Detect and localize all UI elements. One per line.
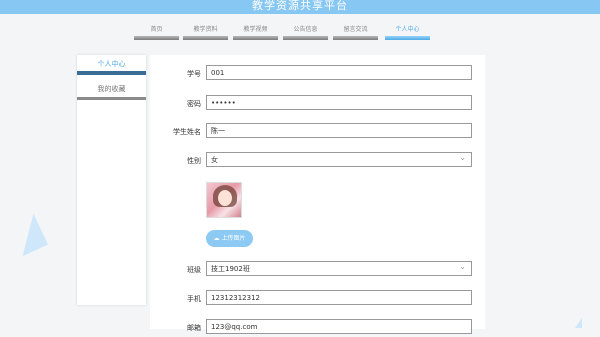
site-title: 教学资源共享平台 [252, 0, 348, 12]
nav-videos-label: 教学视频 [243, 26, 268, 33]
class-label: 班级 [187, 266, 201, 274]
student-id-input[interactable]: 001 [206, 65, 472, 80]
cloud-upload-icon: ☁ [213, 235, 220, 242]
upload-image-label: 上传图片 [221, 235, 246, 242]
sidebar: 个人中心 我的收藏 [77, 55, 146, 305]
phone-input[interactable]: 12312312312 [206, 290, 472, 305]
sidebar-item-personal-center[interactable]: 个人中心 [77, 55, 146, 75]
avatar-face [218, 190, 232, 206]
sidebar-item-label: 我的收藏 [97, 85, 126, 93]
class-row: 班级 技工1902班 [150, 259, 485, 279]
name-label: 学生姓名 [173, 128, 201, 136]
sidebar-item-label: 个人中心 [97, 60, 126, 68]
phone-row: 手机 12312312312 [150, 290, 485, 308]
name-input[interactable]: 陈一 [206, 123, 472, 138]
class-select[interactable]: 技工1902班 [206, 259, 472, 276]
decorative-triangle-small [575, 318, 582, 328]
email-input[interactable]: 123@qq.com [206, 319, 472, 334]
nav-home[interactable]: 首页 [134, 24, 179, 42]
sidebar-item-favorites[interactable]: 我的收藏 [77, 80, 146, 100]
upload-image-button[interactable]: ☁ 上传图片 [206, 230, 253, 247]
decorative-triangle [8, 213, 48, 257]
sidebar-item-bar [77, 97, 146, 100]
email-label: 邮箱 [187, 324, 201, 332]
password-row: 密码 •••••• [150, 95, 485, 113]
nav-bar [233, 36, 278, 40]
nav-materials-label: 教学资料 [193, 26, 218, 33]
gender-row: 性别 女 [150, 150, 485, 170]
header-bar: 教学资源共享平台 [0, 0, 600, 14]
password-input[interactable]: •••••• [206, 95, 472, 110]
nav-bar [283, 36, 328, 40]
nav-videos[interactable]: 教学视频 [233, 24, 278, 42]
nav-personal-center[interactable]: 个人中心 [385, 24, 430, 42]
nav-announcements[interactable]: 公告信息 [283, 24, 328, 42]
gender-label: 性别 [187, 157, 201, 165]
student-id-row: 学号 001 [150, 65, 485, 83]
email-row: 邮箱 123@qq.com [150, 319, 485, 337]
student-id-label: 学号 [187, 70, 201, 78]
nav-bar [183, 36, 228, 40]
nav-messages-label: 留言交流 [343, 26, 368, 33]
nav-bar-active [385, 36, 430, 40]
nav-bar [134, 36, 179, 40]
nav-messages[interactable]: 留言交流 [333, 24, 378, 42]
nav-announcements-label: 公告信息 [293, 26, 318, 33]
phone-label: 手机 [187, 295, 201, 303]
nav-materials[interactable]: 教学资料 [183, 24, 228, 42]
name-row: 学生姓名 陈一 [150, 123, 485, 141]
profile-form: 学号 001 密码 •••••• 学生姓名 陈一 性别 女 ☁ 上传图片 班级 … [150, 55, 485, 334]
nav-bar [333, 36, 378, 40]
password-label: 密码 [187, 100, 201, 108]
gender-select[interactable]: 女 [206, 150, 472, 167]
nav-personal-center-label: 个人中心 [395, 26, 420, 33]
sidebar-item-bar [77, 71, 146, 75]
nav-home-label: 首页 [150, 26, 163, 33]
avatar-image [206, 182, 242, 218]
